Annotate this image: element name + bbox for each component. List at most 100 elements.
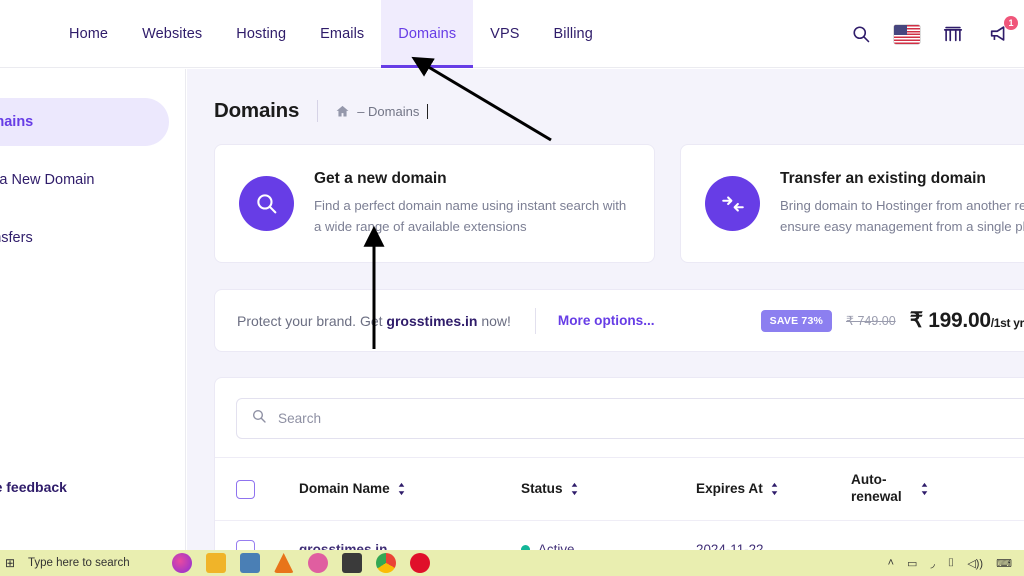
- sidebar: Domains Get a New Domain Transfers Give …: [0, 69, 186, 551]
- page-title: Domains: [214, 99, 300, 122]
- megaphone-icon[interactable]: 1: [986, 16, 1018, 47]
- card-desc-line1: Find a perfect domain name using instant…: [314, 197, 627, 213]
- vlc-icon[interactable]: [273, 553, 294, 573]
- column-label: Status: [521, 480, 563, 496]
- nav-item-websites[interactable]: Websites: [125, 0, 219, 68]
- nav-item-domains[interactable]: Domains: [381, 0, 474, 68]
- main-content: Domains – Domains Get a new domain Find …: [187, 69, 1024, 551]
- chevron-up-icon[interactable]: ˄: [888, 557, 894, 569]
- search-box[interactable]: [236, 398, 1024, 439]
- nav-label: Home: [69, 25, 109, 42]
- column-header-domain-name[interactable]: Domain Name: [299, 481, 521, 498]
- card-transfer-existing-domain[interactable]: Transfer an existing domain Bring domain…: [680, 144, 1024, 263]
- display-icon[interactable]: ⌷: [948, 557, 955, 570]
- nav-item-vps[interactable]: VPS: [473, 0, 536, 68]
- select-all-checkbox[interactable]: [236, 479, 255, 499]
- taskbar-search-label[interactable]: Type here to search: [28, 557, 130, 569]
- card-text: Get a new domain Find a perfect domain n…: [314, 170, 626, 238]
- sidebar-give-feedback[interactable]: Give feedback: [0, 479, 67, 495]
- domains-table-panel: Domain Name Status Expires At: [214, 377, 1024, 551]
- top-nav-items: Home Websites Hosting Emails Domains VPS…: [52, 0, 610, 68]
- promo-text-before: Protect your brand. Get: [237, 312, 387, 329]
- flag-canton: [894, 24, 907, 35]
- magnifier-icon: [239, 176, 294, 231]
- nav-item-hosting[interactable]: Hosting: [219, 0, 303, 68]
- cortana-icon[interactable]: [171, 553, 192, 573]
- calculator-icon[interactable]: [239, 553, 260, 573]
- sidebar-item-domains[interactable]: Domains: [0, 98, 169, 146]
- promo-text: Protect your brand. Get grosstimes.in no…: [237, 313, 511, 329]
- nav-label: Domains: [398, 25, 457, 42]
- search-icon: [251, 408, 267, 429]
- nav-item-home[interactable]: Home: [52, 0, 125, 68]
- give-feedback-label: Give feedback: [0, 479, 67, 495]
- card-title: Transfer an existing domain: [780, 169, 986, 187]
- breadcrumb[interactable]: – Domains: [335, 103, 429, 119]
- promo-pricing: SAVE 73% ₹ 749.00 ₹ 199.00/1st yr: [760, 302, 1024, 340]
- nav-label: Websites: [142, 25, 203, 42]
- paint-icon[interactable]: [307, 553, 328, 573]
- sidebar-item-get-a-new-domain[interactable]: Get a New Domain: [0, 156, 169, 204]
- card-desc-line2: a wide range of available extensions: [314, 219, 527, 234]
- battery-icon[interactable]: ▭: [907, 557, 917, 570]
- price-period: /1st yr: [990, 316, 1024, 330]
- windows-taskbar: ⊞ Type here to search ˄ ▭ ◞ ⌷ ◁)) ⌨: [0, 550, 1024, 576]
- sort-icon: [570, 482, 579, 496]
- volume-icon[interactable]: ◁)): [967, 557, 983, 570]
- search-icon[interactable]: [848, 21, 874, 47]
- taskbar-app-icons: [156, 553, 430, 573]
- search-input[interactable]: [278, 411, 1024, 426]
- app-screen: Home Websites Hosting Emails Domains VPS…: [0, 0, 1024, 576]
- card-desc-line2: ensure easy management from a single pla: [780, 219, 1024, 234]
- nav-label: Billing: [553, 25, 593, 42]
- sort-icon: [397, 482, 406, 496]
- promo-divider: [534, 307, 536, 334]
- table-row[interactable]: grosstimes.in Active 2024-11-22: [215, 520, 1024, 551]
- promo-domain: grosstimes.in: [386, 312, 478, 329]
- column-label: Auto-renewal: [851, 472, 902, 504]
- old-price: ₹ 749.00: [846, 314, 896, 328]
- new-price-value: ₹ 199.00: [909, 309, 991, 332]
- card-desc-line1: Bring domain to Hostinger from another r…: [780, 197, 1024, 213]
- promo-text-after: now!: [477, 312, 511, 329]
- top-nav-actions: 1: [848, 0, 1018, 68]
- header-divider: [317, 100, 319, 122]
- card-get-a-new-domain[interactable]: Get a new domain Find a perfect domain n…: [214, 144, 655, 263]
- nav-item-emails[interactable]: Emails: [303, 0, 381, 68]
- sort-icon: [920, 482, 929, 496]
- system-tray: ˄ ▭ ◞ ⌷ ◁)) ⌨: [888, 557, 1024, 570]
- more-options-link[interactable]: More options...: [558, 313, 655, 328]
- us-flag-icon[interactable]: [894, 21, 920, 47]
- notification-badge: 1: [1004, 16, 1018, 30]
- action-cards: Get a new domain Find a perfect domain n…: [187, 123, 1024, 263]
- column-header-expires-at[interactable]: Expires At: [696, 481, 851, 498]
- sidebar-item-transfers[interactable]: Transfers: [0, 214, 169, 262]
- chrome-icon[interactable]: [375, 553, 396, 573]
- column-header-auto-renewal[interactable]: Auto-renewal: [851, 472, 951, 506]
- wifi-icon[interactable]: ◞: [930, 557, 934, 570]
- start-button[interactable]: ⊞: [0, 556, 20, 570]
- store-icon[interactable]: [940, 21, 966, 47]
- flag-graphic: [894, 24, 920, 44]
- text-cursor: [427, 103, 429, 119]
- sidebar-item-label: Domains: [0, 114, 34, 130]
- column-header-status[interactable]: Status: [521, 481, 696, 498]
- table-search-wrap: [215, 378, 1024, 457]
- home-icon: [335, 104, 350, 119]
- breadcrumb-text: – Domains: [357, 103, 420, 119]
- card-title: Get a new domain: [314, 169, 447, 187]
- top-navigation-bar: Home Websites Hosting Emails Domains VPS…: [0, 0, 1024, 68]
- column-label: Expires At: [696, 480, 763, 496]
- keyboard-icon[interactable]: ⌨: [996, 557, 1012, 570]
- card-text: Transfer an existing domain Bring domain…: [780, 170, 1024, 238]
- notepad-icon[interactable]: [341, 553, 362, 573]
- opera-icon[interactable]: [409, 553, 430, 573]
- nav-item-billing[interactable]: Billing: [537, 0, 610, 68]
- files-icon[interactable]: [205, 553, 226, 573]
- table-header-row: Domain Name Status Expires At Auto-renew…: [215, 457, 1024, 520]
- promo-banner: Protect your brand. Get grosstimes.in no…: [214, 289, 1024, 352]
- nav-label: VPS: [490, 25, 520, 42]
- nav-label: Hosting: [236, 25, 287, 42]
- transfer-arrows-icon: [705, 176, 760, 231]
- sort-icon: [770, 482, 779, 496]
